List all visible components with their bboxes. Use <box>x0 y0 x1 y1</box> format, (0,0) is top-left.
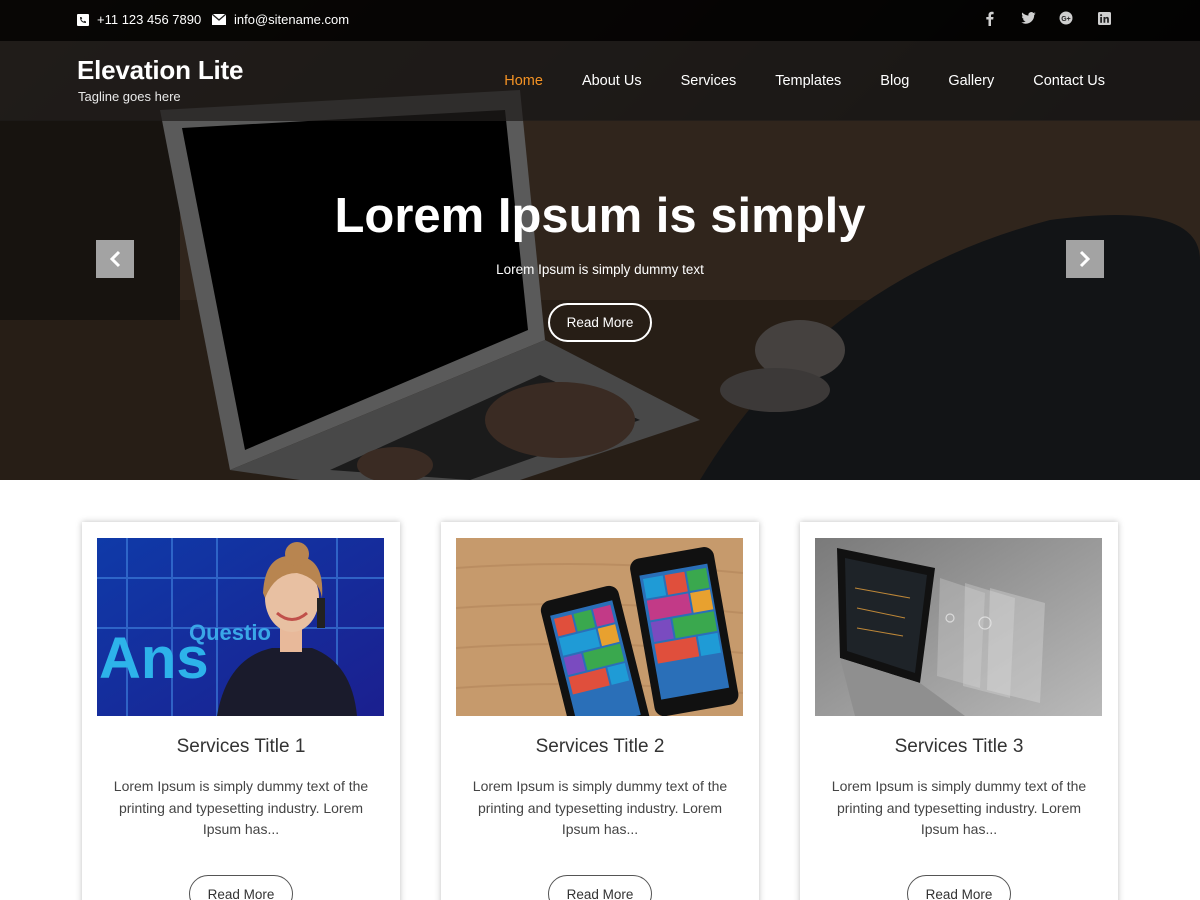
svg-text:G+: G+ <box>1061 16 1071 23</box>
nav-home[interactable]: Home <box>504 73 543 89</box>
site-header: Elevation Lite Tagline goes here Home Ab… <box>0 41 1200 121</box>
phone-contact: +11 123 456 7890 <box>77 12 201 27</box>
nav-services[interactable]: Services <box>681 73 737 89</box>
email-address[interactable]: info@sitename.com <box>234 12 349 27</box>
hero-title: Lorem Ipsum is simply <box>334 189 866 243</box>
nav-contact-us[interactable]: Contact Us <box>1033 73 1105 89</box>
services-section: Ans Questio Services Title 1 Lorem Ipsum… <box>82 522 1118 900</box>
site-tagline: Tagline goes here <box>78 89 181 104</box>
email-contact: info@sitename.com <box>212 12 349 27</box>
phone-number: +11 123 456 7890 <box>97 12 202 27</box>
social-links: G+ <box>982 10 1112 26</box>
hero-read-more-button[interactable]: Read More <box>548 303 652 342</box>
service-text-3: Lorem Ipsum is simply dummy text of the … <box>831 778 1087 837</box>
service-read-more-button-3[interactable]: Read More <box>907 875 1011 900</box>
nav-blog[interactable]: Blog <box>880 73 909 89</box>
service-card-1: Ans Questio Services Title 1 Lorem Ipsum… <box>82 522 400 900</box>
service-text-1: Lorem Ipsum is simply dummy text of the … <box>113 778 369 837</box>
service-read-more-button-2[interactable]: Read More <box>548 875 652 900</box>
slider-next-button[interactable] <box>1066 240 1104 278</box>
chevron-left-icon <box>109 250 121 268</box>
service-image-1[interactable]: Ans Questio <box>97 538 384 716</box>
service-image-2[interactable] <box>456 538 743 716</box>
service-image-3[interactable] <box>815 538 1102 716</box>
top-bar: +11 123 456 7890 info@sitename.com G+ <box>0 0 1200 41</box>
linkedin-icon[interactable] <box>1096 10 1112 26</box>
slider-prev-button[interactable] <box>96 240 134 278</box>
service-card-2: Services Title 2 Lorem Ipsum is simply d… <box>441 522 759 900</box>
site-title[interactable]: Elevation Lite <box>77 55 243 86</box>
google-plus-icon[interactable]: G+ <box>1058 10 1074 26</box>
hero-subtitle: Lorem Ipsum is simply dummy text <box>496 262 704 277</box>
service-text-2: Lorem Ipsum is simply dummy text of the … <box>472 778 728 837</box>
service-read-more-button-1[interactable]: Read More <box>189 875 293 900</box>
main-navigation: Home About Us Services Templates Blog Ga… <box>504 73 1105 89</box>
service-title-3[interactable]: Services Title 3 <box>800 736 1118 758</box>
nav-gallery[interactable]: Gallery <box>948 73 994 89</box>
service-card-3: Services Title 3 Lorem Ipsum is simply d… <box>800 522 1118 900</box>
envelope-icon <box>212 14 226 25</box>
svg-text:Questio: Questio <box>189 620 271 645</box>
service-title-2[interactable]: Services Title 2 <box>441 736 759 758</box>
service-title-1[interactable]: Services Title 1 <box>82 736 400 758</box>
nav-templates[interactable]: Templates <box>775 73 841 89</box>
chevron-right-icon <box>1079 250 1091 268</box>
facebook-icon[interactable] <box>982 10 998 26</box>
nav-about-us[interactable]: About Us <box>582 73 642 89</box>
phone-icon <box>77 13 89 26</box>
twitter-icon[interactable] <box>1020 10 1036 26</box>
